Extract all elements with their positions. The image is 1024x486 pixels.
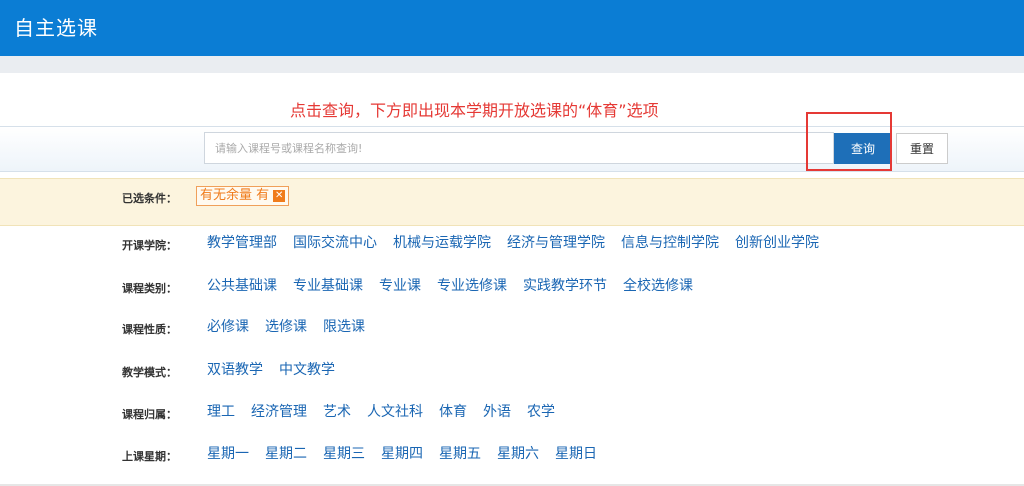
chip-label: 有无余量 有	[200, 188, 270, 203]
instruction-annotation: 点击查询，下方即出现本学期开放选课的“体育”选项	[290, 101, 659, 120]
page-title: 自主选课	[14, 16, 98, 40]
filter-label: 课程性质：	[122, 323, 177, 336]
filter-option[interactable]: 专业课	[379, 276, 421, 296]
reset-button[interactable]: 重置	[896, 133, 948, 164]
filter-option[interactable]: 经济管理	[251, 402, 307, 422]
filter-option[interactable]: 实践教学环节	[523, 276, 607, 296]
filter-option[interactable]: 机械与运载学院	[393, 233, 491, 253]
filter-option[interactable]: 公共基础课	[207, 276, 277, 296]
filter-options-row: 必修课 选修课 限选课	[207, 317, 381, 337]
selected-conditions-label: 已选条件：	[122, 192, 177, 205]
filter-option[interactable]: 体育	[439, 402, 467, 422]
filter-options-row: 理工 经济管理 艺术 人文社科 体育 外语 农学	[207, 402, 571, 422]
filter-option[interactable]: 星期四	[381, 444, 423, 464]
filter-option[interactable]: 专业基础课	[293, 276, 363, 296]
app-header: 自主选课	[0, 0, 1024, 56]
header-divider	[0, 56, 1024, 73]
filter-label: 上课星期：	[122, 450, 177, 463]
filter-option[interactable]: 选修课	[265, 317, 307, 337]
filter-option[interactable]: 农学	[527, 402, 555, 422]
filter-label: 开课学院：	[122, 239, 177, 252]
filter-option[interactable]: 艺术	[323, 402, 351, 422]
filter-option[interactable]: 星期三	[323, 444, 365, 464]
filter-options-row: 双语教学 中文教学	[207, 360, 351, 380]
filter-option[interactable]: 中文教学	[279, 360, 335, 380]
filter-option[interactable]: 星期日	[555, 444, 597, 464]
filter-option[interactable]: 人文社科	[367, 402, 423, 422]
filter-option[interactable]: 专业选修课	[437, 276, 507, 296]
query-button[interactable]: 查询	[834, 133, 892, 164]
filter-option[interactable]: 星期六	[497, 444, 539, 464]
filter-label: 课程类别：	[122, 282, 177, 295]
filter-option[interactable]: 必修课	[207, 317, 249, 337]
filter-option[interactable]: 创新创业学院	[735, 233, 819, 253]
filter-option[interactable]: 外语	[483, 402, 511, 422]
selected-condition-chip[interactable]: 有无余量 有 ✕	[196, 186, 290, 206]
search-input[interactable]	[204, 132, 834, 164]
filter-option[interactable]: 星期一	[207, 444, 249, 464]
filter-option[interactable]: 限选课	[323, 317, 365, 337]
filter-options-row: 星期一 星期二 星期三 星期四 星期五 星期六 星期日	[207, 444, 613, 464]
close-icon[interactable]: ✕	[273, 190, 286, 202]
filter-option[interactable]: 星期二	[265, 444, 307, 464]
filter-option[interactable]: 星期五	[439, 444, 481, 464]
filter-options-row: 公共基础课 专业基础课 专业课 专业选修课 实践教学环节 全校选修课	[207, 276, 709, 296]
filter-label: 教学模式：	[122, 366, 177, 379]
filter-option[interactable]: 理工	[207, 402, 235, 422]
filter-option[interactable]: 经济与管理学院	[507, 233, 605, 253]
filter-option[interactable]: 信息与控制学院	[621, 233, 719, 253]
filter-option[interactable]: 全校选修课	[623, 276, 693, 296]
filter-label: 课程归属：	[122, 408, 177, 421]
filter-options-row: 教学管理部 国际交流中心 机械与运载学院 经济与管理学院 信息与控制学院 创新创业学院	[207, 233, 835, 253]
filter-option[interactable]: 教学管理部	[207, 233, 277, 253]
filter-option[interactable]: 国际交流中心	[293, 233, 377, 253]
filter-option[interactable]: 双语教学	[207, 360, 263, 380]
